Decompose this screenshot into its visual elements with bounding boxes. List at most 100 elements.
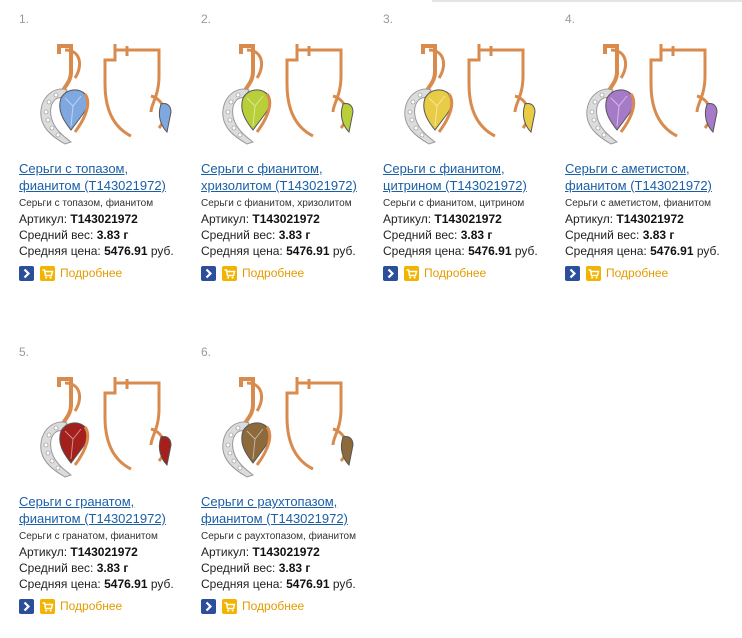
article-label: Артикул: (565, 212, 614, 226)
product-title-line2[interactable]: фианитом (T143021972) (565, 177, 742, 194)
product-number: 4. (565, 12, 576, 26)
earrings-image[interactable] (31, 32, 179, 162)
card-actions: Подробнее (565, 265, 668, 281)
product-title-line1[interactable]: Серьги с гранатом, (19, 493, 197, 510)
details-link[interactable]: Подробнее (242, 599, 304, 613)
chevron-right-icon[interactable] (19, 265, 34, 281)
price-label: Средняя цена: (201, 244, 283, 258)
details-link[interactable]: Подробнее (606, 266, 668, 280)
price-value: 5476.91 (104, 244, 148, 258)
product-description: Серьги с аметистом, фианитом (565, 198, 712, 209)
product-title-line2[interactable]: хризолитом (T143021972) (201, 177, 379, 194)
details-link[interactable]: Подробнее (60, 266, 122, 280)
earrings-image[interactable] (395, 32, 543, 162)
price-row: Средняя цена: 5476.91 руб. (201, 577, 356, 591)
product-number: 1. (19, 12, 30, 26)
article-label: Артикул: (19, 212, 68, 226)
product-description: Серьги с фианитом, хризолитом (201, 198, 352, 209)
article-label: Артикул: (383, 212, 432, 226)
product-title-link[interactable]: Серьги с аметистом, фианитом (T143021972… (565, 160, 742, 194)
price-value: 5476.91 (286, 577, 330, 591)
cart-icon[interactable] (586, 265, 601, 281)
weight-label: Средний вес: (19, 561, 94, 575)
product-number: 3. (383, 12, 394, 26)
article-row: Артикул: T143021972 (19, 212, 138, 226)
earrings-image[interactable] (213, 365, 361, 495)
article-label: Артикул: (201, 545, 250, 559)
product-title-link[interactable]: Серьги с гранатом, фианитом (T143021972) (19, 493, 197, 527)
article-row: Артикул: T143021972 (383, 212, 502, 226)
weight-label: Средний вес: (201, 228, 276, 242)
card-actions: Подробнее (201, 265, 304, 281)
article-row: Артикул: T143021972 (565, 212, 684, 226)
weight-label: Средний вес: (19, 228, 94, 242)
earrings-image[interactable] (577, 32, 725, 162)
weight-row: Средний вес: 3.83 г (19, 561, 128, 575)
price-currency: руб. (514, 244, 538, 258)
product-description: Серьги с гранатом, фианитом (19, 531, 158, 542)
cart-icon[interactable] (40, 265, 55, 281)
details-link[interactable]: Подробнее (424, 266, 486, 280)
weight-label: Средний вес: (565, 228, 640, 242)
cart-icon[interactable] (222, 598, 237, 614)
price-label: Средняя цена: (383, 244, 465, 258)
card-actions: Подробнее (201, 598, 304, 614)
article-value: T143021972 (70, 545, 138, 559)
weight-value: 3.83 г (96, 561, 129, 575)
article-row: Артикул: T143021972 (201, 212, 320, 226)
weight-row: Средний вес: 3.83 г (201, 228, 310, 242)
product-title-line2[interactable]: фианитом (T143021972) (19, 510, 197, 527)
weight-value: 3.83 г (642, 228, 675, 242)
price-label: Средняя цена: (19, 577, 101, 591)
price-label: Средняя цена: (565, 244, 647, 258)
price-value: 5476.91 (650, 244, 694, 258)
price-row: Средняя цена: 5476.91 руб. (383, 244, 538, 258)
article-value: T143021972 (434, 212, 502, 226)
weight-row: Средний вес: 3.83 г (565, 228, 674, 242)
weight-row: Средний вес: 3.83 г (201, 561, 310, 575)
card-actions: Подробнее (19, 265, 122, 281)
chevron-right-icon[interactable] (19, 598, 34, 614)
article-label: Артикул: (19, 545, 68, 559)
weight-value: 3.83 г (278, 561, 311, 575)
product-title-line1[interactable]: Серьги с аметистом, (565, 160, 742, 177)
product-title-line1[interactable]: Серьги с раухтопазом, (201, 493, 379, 510)
cart-icon[interactable] (40, 598, 55, 614)
product-description: Серьги с фианитом, цитрином (383, 198, 525, 209)
cart-icon[interactable] (404, 265, 419, 281)
article-value: T143021972 (70, 212, 138, 226)
chevron-right-icon[interactable] (565, 265, 580, 281)
price-row: Средняя цена: 5476.91 руб. (19, 244, 174, 258)
chevron-right-icon[interactable] (201, 265, 216, 281)
price-currency: руб. (332, 244, 356, 258)
product-title-link[interactable]: Серьги с топазом, фианитом (T143021972) (19, 160, 197, 194)
article-row: Артикул: T143021972 (201, 545, 320, 559)
chevron-right-icon[interactable] (201, 598, 216, 614)
product-title-link[interactable]: Серьги с фианитом, цитрином (T143021972) (383, 160, 561, 194)
price-row: Средняя цена: 5476.91 руб. (565, 244, 720, 258)
price-value: 5476.91 (286, 244, 330, 258)
article-row: Артикул: T143021972 (19, 545, 138, 559)
product-title-line1[interactable]: Серьги с топазом, (19, 160, 197, 177)
earrings-image[interactable] (213, 32, 361, 162)
product-title-line1[interactable]: Серьги с фианитом, (201, 160, 379, 177)
product-title-line2[interactable]: цитрином (T143021972) (383, 177, 561, 194)
details-link[interactable]: Подробнее (60, 599, 122, 613)
product-title-link[interactable]: Серьги с раухтопазом, фианитом (T1430219… (201, 493, 379, 527)
weight-label: Средний вес: (383, 228, 458, 242)
product-title-line1[interactable]: Серьги с фианитом, (383, 160, 561, 177)
chevron-right-icon[interactable] (383, 265, 398, 281)
product-title-link[interactable]: Серьги с фианитом, хризолитом (T14302197… (201, 160, 379, 194)
weight-value: 3.83 г (278, 228, 311, 242)
article-value: T143021972 (252, 212, 320, 226)
cart-icon[interactable] (222, 265, 237, 281)
product-number: 5. (19, 345, 30, 359)
product-title-line2[interactable]: фианитом (T143021972) (19, 177, 197, 194)
card-actions: Подробнее (383, 265, 486, 281)
product-title-line2[interactable]: фианитом (T143021972) (201, 510, 379, 527)
details-link[interactable]: Подробнее (242, 266, 304, 280)
earrings-image[interactable] (31, 365, 179, 495)
article-label: Артикул: (201, 212, 250, 226)
weight-row: Средний вес: 3.83 г (383, 228, 492, 242)
price-label: Средняя цена: (19, 244, 101, 258)
